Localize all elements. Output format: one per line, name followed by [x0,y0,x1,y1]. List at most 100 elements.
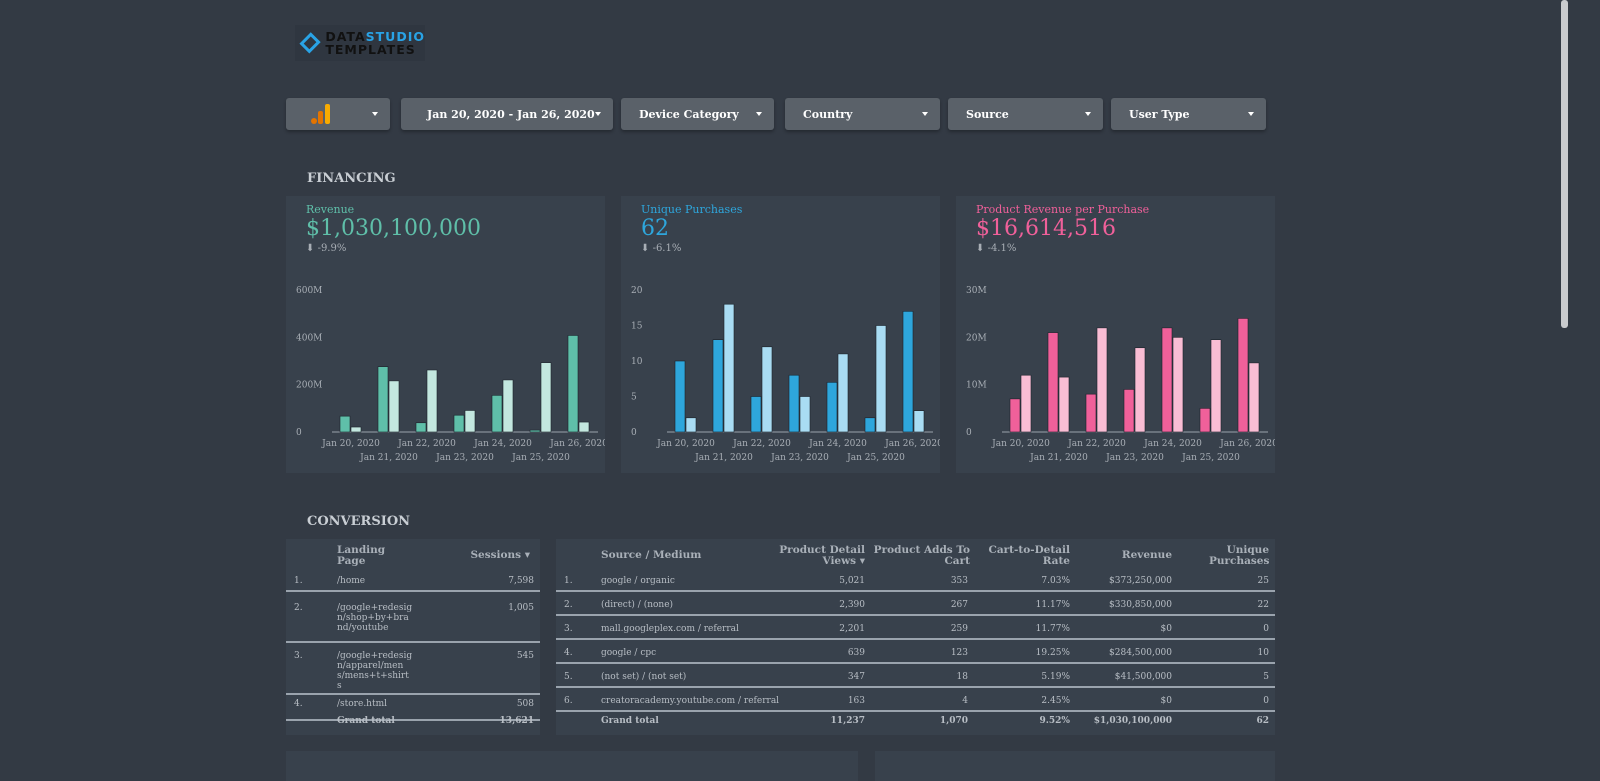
device-category-filter[interactable]: Device Category [621,98,774,130]
bar-series-1[interactable] [377,366,389,433]
table-row[interactable]: 5. (not set) / (not set) 347 18 5.19% $41,500… [556,664,1275,688]
column-header-product-adds-to-cart[interactable]: Product Adds To Cart [870,545,970,567]
cell: google / cpc [601,648,657,658]
bar-series-1[interactable] [1009,398,1021,433]
table-row[interactable]: 2. /google+redesig n/shop+by+bra nd/youtu… [286,595,540,643]
cell: 353 [950,576,968,586]
bar-series-2[interactable] [1134,347,1146,433]
bar-chart: 0 200M 400M 600M Jan 20, 2020 Jan 21, 2020 Jan… [296,286,605,463]
bar-series-2[interactable] [875,325,887,433]
table-row[interactable]: 1. google / organic 5,021 353 7.03% $373,250,… [556,568,1275,592]
cell: 10 [1257,648,1269,658]
bar-series-2[interactable] [1058,376,1070,433]
bar-series-1[interactable] [674,360,686,433]
bar-series-1[interactable] [1199,408,1211,433]
bar-series-2[interactable] [502,379,514,433]
column-header-revenue[interactable]: Revenue [1122,550,1172,561]
bar-series-2[interactable] [426,369,438,433]
x-tick-label: Jan 25, 2020 [511,453,570,463]
country-filter[interactable]: Country [785,98,940,130]
bar-series-1[interactable] [1123,389,1135,433]
column-header-cart-to-detail-rate[interactable]: Cart-to-Detail Rate [980,545,1070,567]
bar-series-2[interactable] [685,417,697,433]
bar-series-1[interactable] [864,417,876,433]
bar-series-2[interactable] [350,426,362,433]
section-title-conversion: CONVERSION [307,514,411,529]
grand-total-sessions: 13,621 [499,716,534,726]
bar-series-2[interactable] [1020,374,1032,433]
bar-series-2[interactable] [464,410,476,433]
y-tick-label: 10 [631,357,643,367]
bar-series-1[interactable] [339,415,351,433]
cell: 0 [1263,624,1269,634]
google-analytics-icon [311,104,330,124]
bar-series-1[interactable] [529,429,541,433]
bar-series-1[interactable] [1085,393,1097,433]
cell: 347 [847,672,865,682]
table-row[interactable]: 3. /google+redesig n/apparel/men s/mens+t… [286,643,540,695]
landing-page: /store.html [337,699,388,709]
bar-series-1[interactable] [826,382,838,433]
bar-series-2[interactable] [837,353,849,433]
bar-series-2[interactable] [1210,339,1222,433]
bar-series-1[interactable] [902,311,914,433]
cell: 259 [950,624,968,634]
filter-label: User Type [1129,107,1190,121]
bar-series-1[interactable] [415,422,427,433]
table-row[interactable]: 6. creatoracademy.youtube.com / referral 1… [556,688,1275,712]
bar-series-1[interactable] [788,374,800,433]
x-tick-label: Jan 22, 2020 [397,439,456,449]
bar-series-2[interactable] [723,303,735,433]
bar-series-1[interactable] [1237,318,1249,433]
column-header-source-medium[interactable]: Source / Medium [601,550,701,561]
table-row[interactable]: 2. (direct) / (none) 2,390 267 11.17% $330,85… [556,592,1275,616]
y-tick-label: 5 [631,393,637,403]
x-tick-label: Jan 22, 2020 [732,439,791,449]
date-range-label: Jan 20, 2020 - Jan 26, 2020 [427,107,595,121]
column-header-product-detail-views[interactable]: Product Detail Views ▾ [775,545,865,567]
cell: 123 [950,648,968,658]
bar-series-2[interactable] [1096,327,1108,433]
bar-series-1[interactable] [567,335,579,433]
bar-series-2[interactable] [913,410,925,433]
bar-series-1[interactable] [750,396,762,433]
bar-series-1[interactable] [1047,332,1059,433]
source-medium-table: Source / Medium Product Detail Views ▾ Pro… [556,539,1275,735]
cell: 3. [564,624,573,634]
bar-series-2[interactable] [1172,337,1184,433]
bar-series-2[interactable] [540,362,552,433]
landing-page: /google+redesig n/shop+by+bra nd/youtube [337,603,413,633]
source-filter[interactable]: Source [948,98,1103,130]
bar-series-1[interactable] [712,339,724,433]
grand-total-cell: $1,030,100,000 [1093,716,1172,726]
cell: 4 [962,696,968,706]
filter-label: Device Category [639,107,739,121]
bar-series-2[interactable] [1248,362,1260,433]
grand-total-cell: 62 [1256,716,1269,726]
bar-series-1[interactable] [453,414,465,433]
date-range-picker[interactable]: Jan 20, 2020 - Jan 26, 2020 [401,98,613,130]
scrollbar[interactable] [1561,0,1568,328]
bar-series-2[interactable] [799,396,811,433]
column-header-sessions[interactable]: Sessions ▾ [470,550,530,561]
x-tick-label: Jan 23, 2020 [1105,453,1164,463]
diamond-logo-icon [299,32,321,54]
bar-series-2[interactable] [578,421,590,433]
bar-series-1[interactable] [1161,327,1173,433]
y-tick-label: 0 [966,428,972,438]
table-row[interactable]: 3. mall.googleplex.com / referral 2,201 259… [556,616,1275,640]
column-header-unique-purchases[interactable]: Unique Purchases [1209,545,1269,567]
bar-series-1[interactable] [491,395,503,433]
logo: DATASTUDIO TEMPLATES [295,25,425,61]
table-row[interactable]: 1. /home 7,598 [286,568,540,592]
column-header-landing-page[interactable]: Landing Page [337,545,397,567]
bottom-panel-left [286,751,858,781]
table-row[interactable]: 4. google / cpc 639 123 19.25% $284,500,000 10 [556,640,1275,664]
user-type-filter[interactable]: User Type [1111,98,1266,130]
bar-series-2[interactable] [388,380,400,433]
data-source-selector[interactable] [286,98,390,130]
caret-down-icon [1085,112,1091,119]
row-index: 2. [294,603,303,613]
bar-series-2[interactable] [761,346,773,433]
cell: 2.45% [1041,696,1070,706]
